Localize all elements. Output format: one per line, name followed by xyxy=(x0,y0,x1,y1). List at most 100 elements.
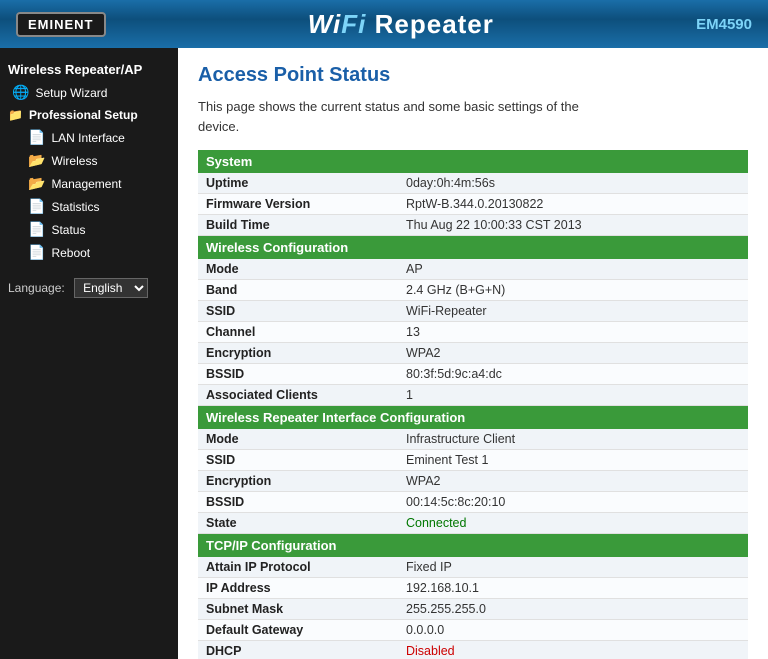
row-label: Firmware Version xyxy=(198,194,398,215)
sidebar-item-lan-interface[interactable]: 📄 LAN Interface xyxy=(0,126,178,149)
main-layout: Wireless Repeater/AP 🌐 Setup Wizard 📁 Pr… xyxy=(0,48,768,659)
table-row: Uptime0day:0h:4m:56s xyxy=(198,173,748,194)
sidebar-item-label: Status xyxy=(51,223,85,237)
sidebar-item-management[interactable]: 📂 Management xyxy=(0,172,178,195)
row-label: SSID xyxy=(198,301,398,322)
row-label: Uptime xyxy=(198,173,398,194)
folder2-icon: 📂 xyxy=(28,152,45,169)
table-row: Channel13 xyxy=(198,322,748,343)
header: EMINENT WiFi Repeater EM4590 xyxy=(0,0,768,48)
row-value: Connected xyxy=(398,513,748,534)
row-label: Mode xyxy=(198,259,398,280)
table-row: BSSID00:14:5c:8c:20:10 xyxy=(198,492,748,513)
sidebar: Wireless Repeater/AP 🌐 Setup Wizard 📁 Pr… xyxy=(0,48,178,659)
row-value: 0day:0h:4m:56s xyxy=(398,173,748,194)
sidebar-item-label: Setup Wizard xyxy=(35,86,107,100)
doc3-icon: 📄 xyxy=(28,221,45,238)
sidebar-item-label: LAN Interface xyxy=(51,131,124,145)
doc-icon: 📄 xyxy=(28,129,45,146)
row-label: IP Address xyxy=(198,578,398,599)
row-label: Encryption xyxy=(198,471,398,492)
table-row: ModeInfrastructure Client xyxy=(198,429,748,450)
globe-icon: 🌐 xyxy=(12,84,29,101)
table-row: Firmware VersionRptW-B.344.0.20130822 xyxy=(198,194,748,215)
row-label: Mode xyxy=(198,429,398,450)
row-value: Thu Aug 22 10:00:33 CST 2013 xyxy=(398,215,748,236)
table-row: Default Gateway0.0.0.0 xyxy=(198,620,748,641)
content-area: Access Point Status This page shows the … xyxy=(178,48,768,659)
table-row: EncryptionWPA2 xyxy=(198,471,748,492)
table-row: Subnet Mask255.255.255.0 xyxy=(198,599,748,620)
sidebar-item-status[interactable]: 📄 Status xyxy=(0,218,178,241)
sidebar-section-professional-setup: 📁 Professional Setup xyxy=(0,104,178,126)
row-value: Disabled xyxy=(398,641,748,659)
table-row: Band2.4 GHz (B+G+N) xyxy=(198,280,748,301)
row-value: 2.4 GHz (B+G+N) xyxy=(398,280,748,301)
row-value: 192.168.10.1 xyxy=(398,578,748,599)
row-label: Associated Clients xyxy=(198,385,398,406)
row-value: Eminent Test 1 xyxy=(398,450,748,471)
row-value: RptW-B.344.0.20130822 xyxy=(398,194,748,215)
doc2-icon: 📄 xyxy=(28,198,45,215)
row-value: 00:14:5c:8c:20:10 xyxy=(398,492,748,513)
table-row: SSIDEminent Test 1 xyxy=(198,450,748,471)
table-row: DHCPDisabled xyxy=(198,641,748,659)
folder-icon: 📁 xyxy=(8,108,23,122)
logo: EMINENT xyxy=(16,12,106,37)
wifi-text: Wi xyxy=(308,9,342,39)
row-value: 1 xyxy=(398,385,748,406)
professional-setup-label: Professional Setup xyxy=(29,108,138,122)
page-title: Access Point Status xyxy=(198,64,748,87)
status-table: SystemUptime0day:0h:4m:56sFirmware Versi… xyxy=(198,150,748,659)
row-value: Infrastructure Client xyxy=(398,429,748,450)
row-value: WPA2 xyxy=(398,343,748,364)
row-label: State xyxy=(198,513,398,534)
repeater-text: Repeater xyxy=(366,9,494,39)
table-row: ModeAP xyxy=(198,259,748,280)
table-row: BSSID80:3f:5d:9c:a4:dc xyxy=(198,364,748,385)
sidebar-item-statistics[interactable]: 📄 Statistics xyxy=(0,195,178,218)
sidebar-item-label: Statistics xyxy=(51,200,99,214)
table-row: Build TimeThu Aug 22 10:00:33 CST 2013 xyxy=(198,215,748,236)
header-title: WiFi Repeater xyxy=(106,9,697,40)
language-section: Language: English Dutch German French Sp… xyxy=(0,264,178,306)
sidebar-item-reboot[interactable]: 📄 Reboot xyxy=(0,241,178,264)
folder3-icon: 📂 xyxy=(28,175,45,192)
table-row: IP Address192.168.10.1 xyxy=(198,578,748,599)
sidebar-item-wireless[interactable]: 📂 Wireless xyxy=(0,149,178,172)
row-label: DHCP xyxy=(198,641,398,659)
table-row: StateConnected xyxy=(198,513,748,534)
sidebar-title: Wireless Repeater/AP xyxy=(0,56,178,81)
table-row: EncryptionWPA2 xyxy=(198,343,748,364)
row-label: Build Time xyxy=(198,215,398,236)
table-row: Associated Clients1 xyxy=(198,385,748,406)
sidebar-item-label: Wireless xyxy=(51,154,97,168)
row-label: Channel xyxy=(198,322,398,343)
table-section-header: Wireless Configuration xyxy=(198,236,748,260)
row-value: Fixed IP xyxy=(398,557,748,578)
row-value: WiFi-Repeater xyxy=(398,301,748,322)
row-label: BSSID xyxy=(198,492,398,513)
fi-text: Fi xyxy=(341,9,366,39)
model-badge: EM4590 xyxy=(696,16,752,33)
row-value: AP xyxy=(398,259,748,280)
page-description: This page shows the current status and s… xyxy=(198,97,618,136)
row-label: SSID xyxy=(198,450,398,471)
row-value: 80:3f:5d:9c:a4:dc xyxy=(398,364,748,385)
language-label: Language: xyxy=(8,281,65,295)
table-row: Attain IP ProtocolFixed IP xyxy=(198,557,748,578)
sidebar-item-label: Reboot xyxy=(51,246,90,260)
table-row: SSIDWiFi-Repeater xyxy=(198,301,748,322)
row-label: BSSID xyxy=(198,364,398,385)
row-value: 13 xyxy=(398,322,748,343)
row-label: Default Gateway xyxy=(198,620,398,641)
row-value: 255.255.255.0 xyxy=(398,599,748,620)
table-section-header: TCP/IP Configuration xyxy=(198,534,748,558)
sidebar-item-setup-wizard[interactable]: 🌐 Setup Wizard xyxy=(0,81,178,104)
row-value: WPA2 xyxy=(398,471,748,492)
row-value: 0.0.0.0 xyxy=(398,620,748,641)
sidebar-item-label: Management xyxy=(51,177,121,191)
row-label: Subnet Mask xyxy=(198,599,398,620)
row-label: Encryption xyxy=(198,343,398,364)
language-select[interactable]: English Dutch German French Spanish xyxy=(74,278,148,298)
